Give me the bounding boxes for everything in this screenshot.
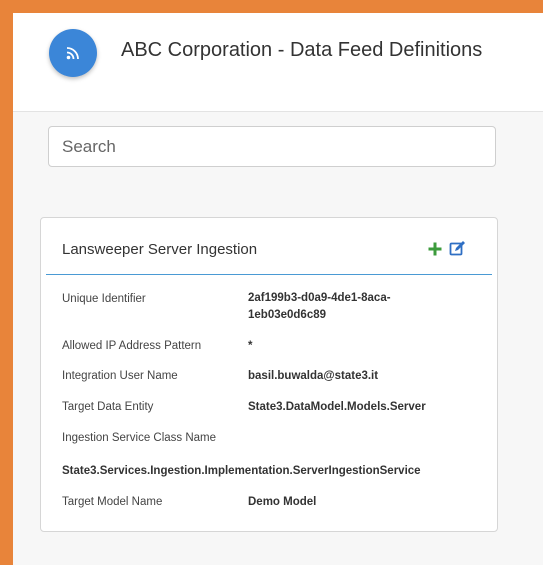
- rss-feed-icon: [49, 29, 97, 77]
- app-page: ABC Corporation - Data Feed Definitions …: [13, 13, 543, 565]
- field-label-ingestion-service-class-name: Ingestion Service Class Name: [62, 432, 217, 444]
- field-value-target-model-name: Demo Model: [248, 496, 317, 508]
- page-title: ABC Corporation - Data Feed Definitions: [121, 39, 483, 61]
- field-value-ingestion-service-class-name: State3.Services.Ingestion.Implementation…: [62, 465, 421, 477]
- search-input[interactable]: [48, 126, 496, 167]
- plus-icon[interactable]: [427, 241, 443, 257]
- field-label-integration-user-name: Integration User Name: [62, 370, 178, 382]
- field-label-allowed-ip-pattern: Allowed IP Address Pattern: [62, 340, 202, 352]
- field-label-target-model-name: Target Model Name: [62, 496, 163, 508]
- field-label-target-data-entity: Target Data Entity: [62, 401, 154, 413]
- field-value-unique-identifier: 2af199b3-d0a9-4de1-8aca-1eb03e0d6c89: [248, 292, 391, 321]
- page-header: ABC Corporation - Data Feed Definitions: [13, 13, 543, 112]
- card-title: Lansweeper Server Ingestion: [62, 241, 258, 258]
- card-header: Lansweeper Server Ingestion: [46, 218, 492, 275]
- field-value-integration-user-name: basil.buwalda@state3.it: [248, 370, 379, 382]
- edit-icon[interactable]: [449, 240, 466, 257]
- field-value-allowed-ip-pattern: *: [248, 340, 253, 352]
- field-value-target-data-entity: State3.DataModel.Models.Server: [248, 401, 426, 413]
- field-label-unique-identifier: Unique Identifier: [62, 293, 146, 305]
- data-feed-card: Lansweeper Server Ingestion Unique Ident…: [40, 217, 498, 532]
